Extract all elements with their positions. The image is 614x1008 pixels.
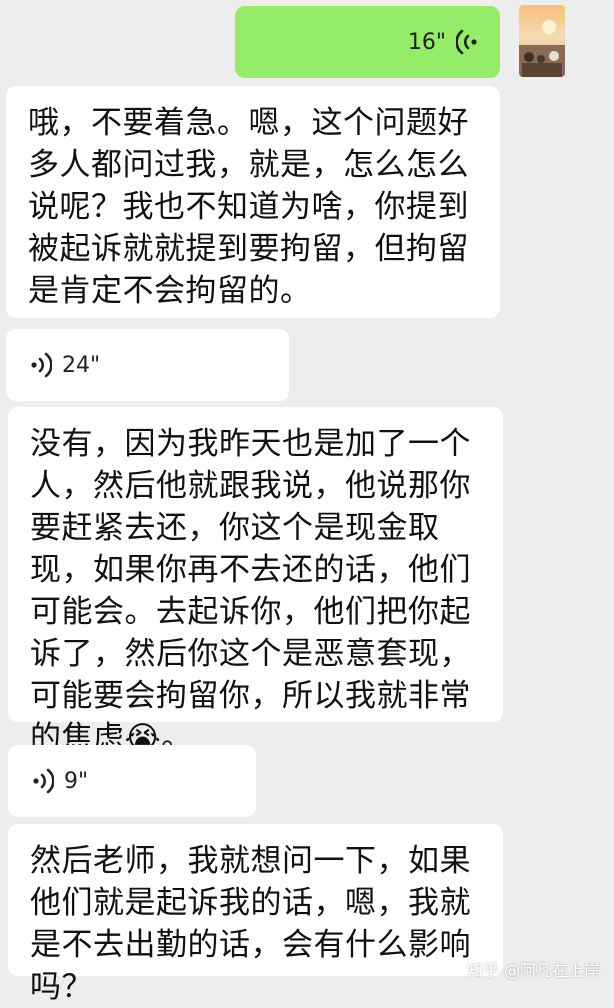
- incoming-voice-message[interactable]: 24": [6, 329, 289, 401]
- incoming-text-message[interactable]: 哦，不要着急。嗯，这个问题好多人都问过我，就是，怎么怎么说呢？我也不知道为啥，你…: [6, 86, 500, 318]
- watermark: 知乎 @阿凡在上岸: [466, 961, 600, 980]
- incoming-text-message[interactable]: 然后老师，我就想问一下，如果他们就是起诉我的话，嗯，我就是不去出勤的话，会有什么…: [8, 824, 503, 1005]
- outgoing-voice-message[interactable]: 16": [235, 6, 500, 78]
- message-text: 然后老师，我就想问一下，如果他们就是起诉我的话，嗯，我就是不去出勤的话，会有什么…: [30, 843, 471, 1005]
- voice-wave-icon: [456, 29, 477, 55]
- message-text: 哦，不要着急。嗯，这个问题好多人都问过我，就是，怎么怎么说呢？我也不知道为啥，你…: [28, 105, 469, 309]
- user-avatar[interactable]: [519, 5, 565, 77]
- voice-duration: 9": [64, 768, 89, 794]
- incoming-text-message[interactable]: 没有，因为我昨天也是加了一个人，然后他就跟我说，他说那你要赶紧去还，你这个是现金…: [8, 407, 503, 756]
- voice-wave-icon: [33, 768, 54, 794]
- voice-duration: 24": [62, 352, 101, 378]
- incoming-voice-message[interactable]: 9": [8, 745, 256, 817]
- message-text: 没有，因为我昨天也是加了一个人，然后他就跟我说，他说那你要赶紧去还，你这个是现金…: [30, 426, 471, 756]
- voice-wave-icon: [31, 352, 52, 378]
- voice-duration: 16": [407, 29, 446, 55]
